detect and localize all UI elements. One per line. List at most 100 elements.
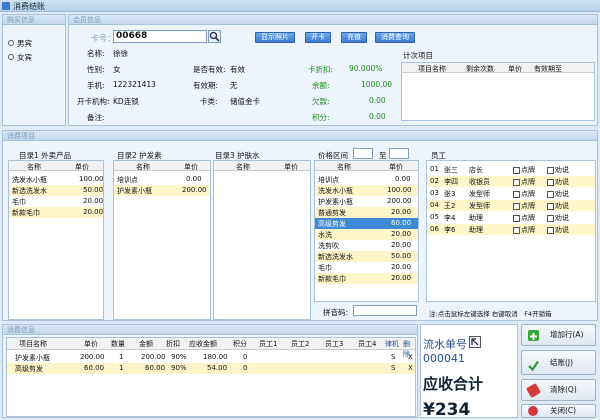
item-price: 20.00	[391, 230, 412, 238]
staff-row[interactable]: 05 李4 助理 点牌 劝说	[427, 212, 595, 223]
detail-receivable: 54.00	[207, 364, 228, 372]
staff-row[interactable]: 01 张三 店长 点牌 劝说	[427, 164, 595, 175]
female-radio[interactable]	[8, 54, 14, 60]
item-price: 200.00	[182, 186, 207, 194]
staff-row[interactable]: 06 李6 助理 点牌 劝说	[427, 224, 595, 235]
consume-items-title: 消费项目	[7, 132, 35, 140]
cat1-header-price: 单价	[75, 163, 89, 171]
point-label: 点牌	[521, 190, 535, 198]
point-checkbox[interactable]: 点牌	[513, 177, 535, 187]
table-row[interactable]: 新款毛巾 20.00	[9, 207, 103, 218]
recharge-button[interactable]: 充值	[341, 32, 367, 43]
item-price: 100.00	[387, 186, 412, 194]
persuade-checkbox[interactable]: 劝说	[547, 177, 569, 187]
staff-id: 01	[430, 165, 439, 173]
persuade-checkbox[interactable]: 劝说	[547, 201, 569, 211]
discount-label: 卡折扣:	[308, 65, 334, 74]
table-row[interactable]: 普通剪发 20.00	[315, 207, 418, 218]
detail-qty: 1	[119, 364, 124, 372]
price-header-name: 名称	[337, 163, 351, 171]
summary-panel: 流水单号 000041 应收合计 ¥234	[420, 324, 518, 420]
open-card-button[interactable]: 开卡	[305, 32, 331, 43]
staff-table[interactable]: 01 张三 店长 点牌 劝说 02 李四 收银员 点牌 劝说 03 张3 发型师 点牌 劝说 04 王2 发…	[426, 160, 596, 302]
consume-detail-title: 消费信息	[7, 326, 35, 334]
consume-query-button[interactable]: 消费查询	[375, 32, 415, 43]
clear-label: 清除(Q)	[550, 385, 577, 394]
point-label: 点牌	[521, 214, 535, 222]
point-checkbox[interactable]: 点牌	[513, 201, 535, 211]
cat3-header-price: 单价	[284, 163, 298, 171]
staff-name: 李6	[444, 226, 456, 234]
staff-row[interactable]: 03 张3 发型师 点牌 劝说	[427, 188, 595, 199]
item-name: 新选洗发水	[318, 253, 353, 261]
staff-row[interactable]: 04 王2 发型师 点牌 劝说	[427, 200, 595, 211]
price-max-input[interactable]	[389, 148, 409, 159]
count-header-expiry: 有效期至	[534, 65, 562, 73]
persuade-checkbox[interactable]: 劝说	[547, 165, 569, 175]
table-row[interactable]: 护发素小瓶 200.00	[114, 185, 210, 196]
show-photo-button[interactable]: 显示照片	[255, 32, 295, 43]
persuade-checkbox[interactable]: 劝说	[547, 189, 569, 199]
staff-id: 02	[430, 177, 439, 185]
cat2-table[interactable]: 名称 单价 培训点 0.00 护发素小瓶 200.00	[113, 160, 211, 320]
serial-print-icon[interactable]	[469, 336, 481, 348]
check-icon	[528, 357, 539, 372]
checkout-button[interactable]: 结账(J)	[521, 350, 596, 375]
open-org-value: KD连锁	[113, 97, 139, 106]
point-checkbox[interactable]: 点牌	[513, 225, 535, 235]
gender-value: 女	[113, 65, 121, 74]
cat3-table[interactable]: 名称 单价	[213, 160, 311, 320]
window-title: 消费结账	[13, 2, 45, 11]
table-row[interactable]: 洗剪吹 20.00	[315, 240, 418, 251]
cat1-table[interactable]: 名称 单价 洗发水小瓶 100.00 新选洗发水 50.00 毛巾 20.00 新款毛巾…	[8, 160, 104, 320]
item-name: 普通剪发	[318, 209, 346, 217]
clear-button[interactable]: 清除(Q)	[521, 379, 596, 401]
male-radio[interactable]	[8, 40, 14, 46]
table-row[interactable]: 新选洗发水 50.00	[9, 185, 103, 196]
consume-detail-table[interactable]: 项目名称 单价 数量 金额 折扣 应收金额 积分 员工1 员工2 员工3 员工4…	[6, 337, 416, 417]
table-row[interactable]: 毛巾 20.00	[9, 196, 103, 207]
detail-rule[interactable]: S	[391, 364, 395, 372]
count-header-price: 单价	[508, 65, 522, 73]
point-checkbox[interactable]: 点牌	[513, 189, 535, 199]
price-range-table[interactable]: 名称 单价 培训点 0.00 洗发水小瓶 100.00 护发素小瓶 200.00 普通剪…	[314, 160, 419, 302]
close-button[interactable]: 关闭(C)	[521, 404, 596, 418]
owed-label: 欠款:	[312, 97, 330, 106]
phone-label: 手机:	[87, 81, 105, 90]
item-name: 水洗	[318, 231, 332, 239]
add-row-button[interactable]: 增加行(A)	[521, 324, 596, 346]
table-row[interactable]: 培训点 0.00	[114, 174, 210, 185]
pinyin-input[interactable]	[353, 305, 417, 316]
point-checkbox[interactable]: 点牌	[513, 213, 535, 223]
table-row[interactable]: 洗发水小瓶 100.00	[315, 185, 418, 196]
pinyin-label: 拼音码:	[323, 308, 349, 317]
table-row[interactable]: 护发素小瓶 200.00 1 200.00 90% 180.00 0 S X	[7, 352, 415, 363]
table-row[interactable]: 护发素小瓶 200.00	[315, 196, 418, 207]
serial-label: 流水单号	[423, 338, 467, 351]
item-price: 20.00	[391, 263, 412, 271]
detail-rule[interactable]: S	[391, 353, 395, 361]
table-row[interactable]: 洗发水小瓶 100.00	[9, 174, 103, 185]
price-min-input[interactable]	[353, 148, 373, 159]
item-price: 20.00	[391, 274, 412, 282]
point-checkbox[interactable]: 点牌	[513, 165, 535, 175]
persuade-checkbox[interactable]: 劝说	[547, 213, 569, 223]
table-row[interactable]: 毛巾 20.00	[315, 262, 418, 273]
table-row[interactable]: 培训点 0.00	[315, 174, 418, 185]
item-price: 20.00	[83, 208, 104, 216]
table-row[interactable]: 新选洗发水 50.00	[315, 251, 418, 262]
persuade-checkbox[interactable]: 劝说	[547, 225, 569, 235]
table-row[interactable]: 水洗 20.00	[315, 229, 418, 240]
delete-row-button[interactable]: X	[408, 364, 413, 372]
staff-row[interactable]: 02 李四 收银员 点牌 劝说	[427, 176, 595, 187]
table-row-selected[interactable]: 高级剪发 60.00	[315, 218, 418, 229]
table-row[interactable]: 新款毛巾 20.00	[315, 273, 418, 284]
detail-header-staff1: 员工1	[259, 340, 278, 348]
staff-role: 助理	[469, 226, 483, 234]
item-name: 洗剪吹	[318, 242, 339, 250]
card-number-input[interactable]: 00668	[113, 30, 207, 43]
search-icon[interactable]	[208, 30, 221, 43]
item-price: 20.00	[391, 241, 412, 249]
table-row[interactable]: 高级剪发 60.00 1 60.00 90% 54.00 0 S X	[7, 363, 415, 374]
delete-row-button[interactable]: X	[408, 353, 413, 361]
